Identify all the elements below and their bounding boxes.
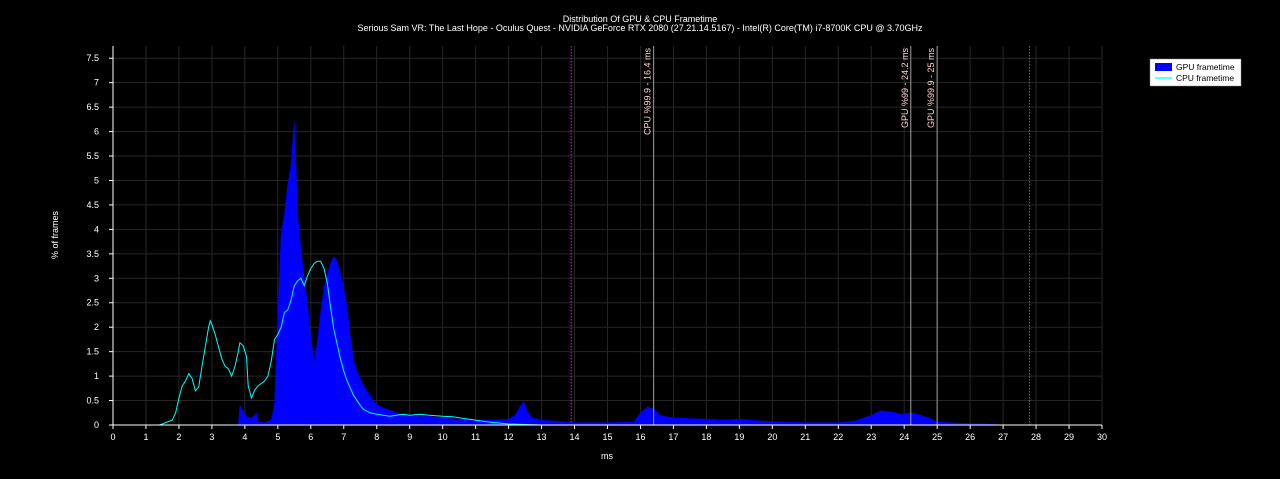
y-tick-label: 6 — [94, 127, 99, 137]
y-tick-label: 7 — [94, 78, 99, 88]
y-tick-label: 0.5 — [86, 396, 99, 406]
x-tick-label: 23 — [866, 432, 876, 442]
x-tick-label: 6 — [308, 432, 313, 442]
x-tick-label: 11 — [471, 432, 480, 442]
y-tick-label: 3 — [94, 273, 99, 283]
percentile-label: GPU %99 - 24.2 ms — [900, 48, 910, 129]
gpu-frametime-area — [238, 121, 1004, 426]
y-tick-label: 4.5 — [86, 200, 99, 210]
x-tick-label: 25 — [932, 432, 942, 442]
x-axis-label: ms — [601, 451, 613, 461]
x-tick-label: 4 — [242, 432, 247, 442]
x-tick-label: 12 — [504, 432, 514, 442]
legend-label-gpu: GPU frametime — [1176, 62, 1235, 72]
y-tick-label: 5.5 — [86, 151, 99, 161]
x-tick-label: 14 — [570, 432, 580, 442]
y-tick-label: 1 — [94, 371, 99, 381]
x-tick-label: 7 — [341, 432, 346, 442]
grid — [112, 46, 1103, 426]
x-tick-label: 13 — [537, 432, 547, 442]
x-tick-label: 8 — [374, 432, 379, 442]
legend: GPU frametime CPU frametime — [1149, 58, 1242, 87]
x-tick-label: 1 — [143, 432, 148, 442]
x-tick-label: 29 — [1064, 432, 1074, 442]
y-tick-label: 0 — [94, 420, 99, 430]
y-axis-label: % of frames — [50, 210, 60, 259]
x-tick-label: 17 — [668, 432, 678, 442]
frametime-distribution-chart: Distribution Of GPU & CPU Frametime Seri… — [0, 0, 1280, 479]
percentile-label: GPU %99.9 - 25 ms — [926, 48, 936, 129]
chart-subtitle: Serious Sam VR: The Last Hope - Oculus Q… — [357, 23, 923, 33]
y-tick-label: 2.5 — [86, 298, 99, 308]
x-tick-label: 18 — [701, 432, 711, 442]
y-tick-label: 1.5 — [86, 347, 99, 357]
x-tick-label: 21 — [800, 432, 810, 442]
x-tick-label: 9 — [407, 432, 412, 442]
axes: 0 1 2 3 4 5 6 7 8 9 10 11 12 13 14 15 16 17 18 19 20 21 22 23 24… — [86, 46, 1107, 442]
x-tick-label: 24 — [899, 432, 909, 442]
x-tick-label: 19 — [734, 432, 744, 442]
x-tick-label: 27 — [998, 432, 1008, 442]
chart-canvas: Distribution Of GPU & CPU Frametime Seri… — [50, 14, 1242, 461]
legend-swatch-gpu — [1155, 63, 1172, 71]
x-tick-label: 2 — [176, 432, 181, 442]
x-tick-label: 28 — [1031, 432, 1041, 442]
legend-label-cpu: CPU frametime — [1176, 73, 1234, 83]
y-tick-label: 4 — [94, 224, 99, 234]
x-tick-label: 15 — [602, 432, 612, 442]
y-tick-label: 3.5 — [86, 249, 99, 259]
y-tick-label: 7.5 — [86, 53, 99, 63]
x-tick-label: 5 — [275, 432, 280, 442]
x-tick-label: 20 — [767, 432, 777, 442]
x-tick-label: 16 — [635, 432, 645, 442]
percentile-label: CPU %99.9 - 16.4 ms — [643, 48, 653, 136]
x-tick-label: 30 — [1097, 432, 1107, 442]
y-tick-label: 6.5 — [86, 102, 99, 112]
x-tick-label: 3 — [209, 432, 214, 442]
x-tick-label: 26 — [965, 432, 975, 442]
plot-series — [159, 121, 1004, 426]
x-tick-label: 22 — [833, 432, 843, 442]
y-tick-label: 2 — [94, 322, 99, 332]
y-tick-label: 5 — [94, 175, 99, 185]
x-tick-label: 0 — [110, 432, 115, 442]
x-tick-label: 10 — [438, 432, 448, 442]
